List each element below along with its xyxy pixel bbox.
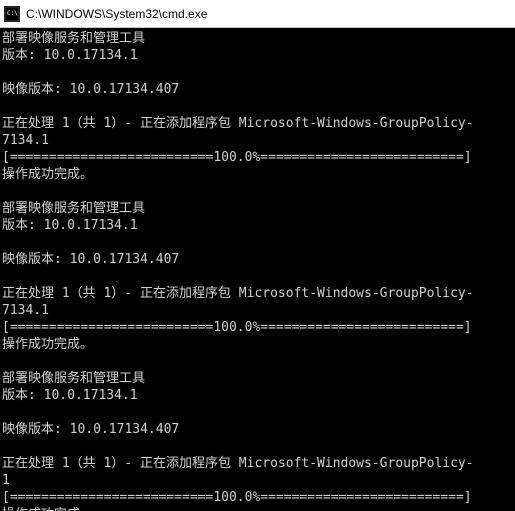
console-line: 1 xyxy=(2,473,10,488)
window-titlebar: C:\ C:\WINDOWS\System32\cmd.exe xyxy=(0,0,515,28)
console-line: 版本: 10.0.17134.1 xyxy=(2,388,138,403)
console-line: 映像版本: 10.0.17134.407 xyxy=(2,252,179,267)
console-line: 正在处理 1（共 1）- 正在添加程序包 Microsoft-Windows-G… xyxy=(2,116,474,131)
console-line: 映像版本: 10.0.17134.407 xyxy=(2,422,179,437)
console-line: 7134.1 xyxy=(2,133,49,148)
console-line: 映像版本: 10.0.17134.407 xyxy=(2,82,179,97)
console-output[interactable]: 部署映像服务和管理工具 版本: 10.0.17134.1 映像版本: 10.0.… xyxy=(0,28,515,511)
console-line: 操作成功完成。 xyxy=(2,507,93,511)
progress-bar: [==========================100.0%=======… xyxy=(2,490,472,505)
progress-bar: [==========================100.0%=======… xyxy=(2,150,472,165)
window-title: C:\WINDOWS\System32\cmd.exe xyxy=(26,7,207,21)
console-line: 正在处理 1（共 1）- 正在添加程序包 Microsoft-Windows-G… xyxy=(2,286,474,301)
svg-text:C:\: C:\ xyxy=(7,10,18,17)
console-line: 版本: 10.0.17134.1 xyxy=(2,218,138,233)
console-line: 操作成功完成。 xyxy=(2,167,93,182)
console-line: 部署映像服务和管理工具 xyxy=(2,201,145,216)
console-line: 部署映像服务和管理工具 xyxy=(2,31,145,46)
progress-bar: [==========================100.0%=======… xyxy=(2,320,472,335)
console-line: 版本: 10.0.17134.1 xyxy=(2,48,138,63)
console-line: 正在处理 1（共 1）- 正在添加程序包 Microsoft-Windows-G… xyxy=(2,456,474,471)
console-line: 部署映像服务和管理工具 xyxy=(2,371,145,386)
console-line: 7134.1 xyxy=(2,303,49,318)
console-line: 操作成功完成。 xyxy=(2,337,93,352)
cmd-icon: C:\ xyxy=(4,6,20,22)
